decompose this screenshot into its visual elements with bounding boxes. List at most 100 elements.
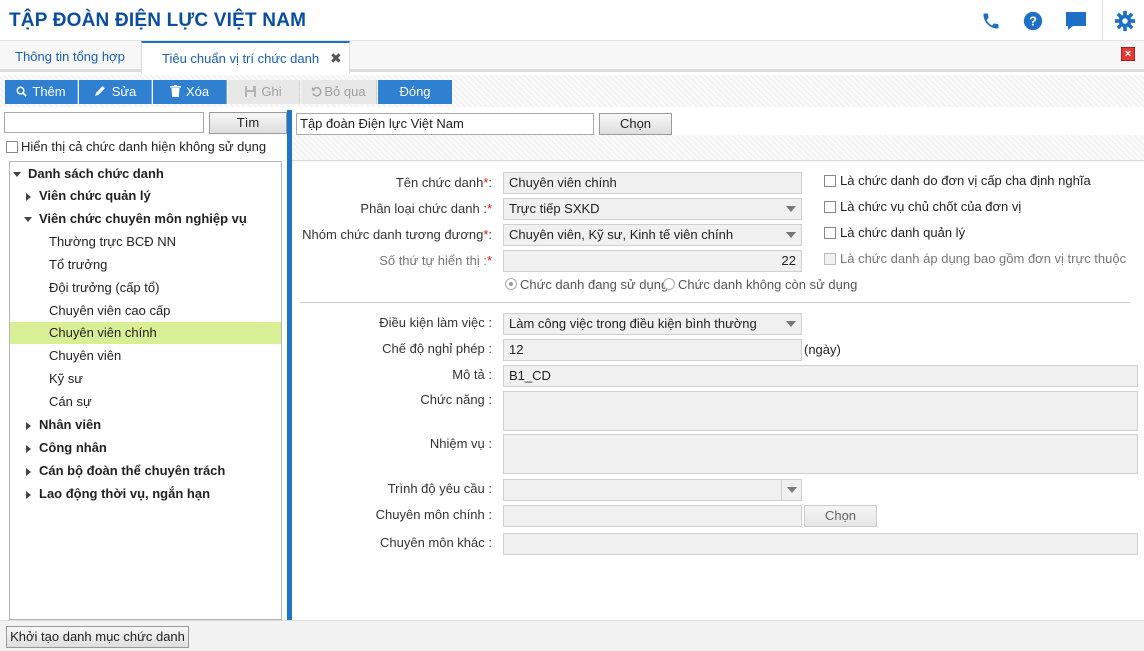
- tree-node-root[interactable]: Danh sách chức danh: [10, 163, 281, 185]
- phone-icon[interactable]: [978, 8, 1004, 34]
- title-field[interactable]: Chuyên viên chính: [503, 172, 802, 194]
- tree-item-selected[interactable]: Chuyên viên chính: [10, 322, 281, 344]
- search-input[interactable]: [4, 112, 204, 133]
- tree-node-label: Danh sách chức danh: [28, 166, 164, 181]
- save-button[interactable]: Ghi: [228, 80, 300, 104]
- close-button-label: Đóng: [399, 84, 431, 99]
- chevron-down-icon[interactable]: [781, 199, 801, 219]
- include-subunits-checkbox[interactable]: [824, 253, 836, 265]
- trash-icon: [169, 80, 181, 104]
- level-select[interactable]: [503, 479, 802, 501]
- collapse-arrow-icon[interactable]: [26, 421, 31, 430]
- chevron-down-icon[interactable]: [781, 314, 801, 334]
- tree-node-staff[interactable]: Nhân viên: [10, 414, 281, 436]
- tree-node-professional[interactable]: Viên chức chuyên môn nghiệp vụ: [10, 208, 281, 230]
- show-unused-checkbox[interactable]: [6, 141, 18, 153]
- in-use-radio[interactable]: [505, 278, 517, 290]
- tree-node-seasonal[interactable]: Lao động thời vụ, ngắn hạn: [10, 483, 281, 505]
- delete-button[interactable]: Xóa: [153, 80, 227, 104]
- group-label: Nhóm chức danh tương đương*:: [302, 227, 492, 242]
- management-checkbox[interactable]: [824, 227, 836, 239]
- tree-node-label: Nhân viên: [39, 417, 102, 432]
- save-button-label: Ghi: [261, 84, 282, 99]
- organization-field[interactable]: Tập đoàn Điện lực Việt Nam: [296, 113, 594, 135]
- description-field[interactable]: B1_CD: [503, 365, 1138, 387]
- tree-item[interactable]: Chuyên viên cao cấp: [10, 300, 281, 322]
- parent-defined-label: Là chức danh do đơn vị cấp cha định nghĩ…: [840, 173, 1091, 188]
- floppy-icon: [245, 80, 257, 104]
- chevron-down-icon[interactable]: [781, 480, 801, 500]
- function-label: Chức năng :: [420, 392, 492, 407]
- skip-button-label: Bỏ qua: [324, 84, 366, 99]
- key-position-checkbox[interactable]: [824, 201, 836, 213]
- collapse-arrow-icon[interactable]: [26, 192, 31, 201]
- parent-defined-checkbox[interactable]: [824, 175, 836, 187]
- help-icon[interactable]: ?: [1020, 8, 1046, 34]
- tree-node-workers[interactable]: Công nhân: [10, 437, 281, 459]
- tree-node-union[interactable]: Cán bộ đoàn thể chuyên trách: [10, 460, 281, 482]
- undo-icon: [311, 80, 322, 104]
- tree-item[interactable]: Đội trưởng (cấp tổ): [10, 277, 281, 299]
- find-button[interactable]: Tìm: [209, 112, 287, 134]
- tree-node-management[interactable]: Viên chức quản lý: [10, 185, 281, 207]
- title-label: Tên chức danh*:: [395, 175, 492, 190]
- key-position-label: Là chức vụ chủ chốt của đơn vị: [840, 199, 1022, 214]
- order-label: Số thứ tự hiển thị :*: [379, 253, 492, 268]
- chevron-down-icon[interactable]: [781, 225, 801, 245]
- tree-item[interactable]: Thường trực BCĐ NN: [10, 231, 281, 253]
- choose-org-button[interactable]: Chọn: [599, 113, 672, 135]
- condition-select[interactable]: Làm công việc trong điều kiện bình thườn…: [503, 313, 802, 335]
- pencil-icon: [94, 80, 107, 104]
- close-tab-icon[interactable]: ✖: [330, 43, 342, 74]
- major-field[interactable]: [503, 505, 802, 527]
- collapse-arrow-icon[interactable]: [26, 467, 31, 476]
- in-use-label: Chức danh đang sử dụng: [520, 277, 669, 292]
- expand-arrow-icon[interactable]: [13, 172, 21, 178]
- tree-item[interactable]: Chuyên viên: [10, 345, 281, 367]
- duty-label: Nhiệm vụ :: [429, 436, 492, 451]
- gear-icon[interactable]: [1112, 8, 1138, 34]
- app-title: TẬP ĐOÀN ĐIỆN LỰC VIỆT NAM: [9, 10, 307, 31]
- function-textarea[interactable]: [503, 391, 1138, 431]
- collapse-arrow-icon[interactable]: [26, 490, 31, 499]
- group-select[interactable]: Chuyên viên, Kỹ sư, Kinh tế viên chính: [503, 224, 802, 246]
- edit-button[interactable]: Sửa: [79, 80, 152, 104]
- leave-label: Chế độ nghỉ phép :: [382, 341, 492, 356]
- panel-splitter[interactable]: [287, 110, 292, 620]
- tree-item[interactable]: Tổ trưởng: [10, 254, 281, 276]
- major-label: Chuyên môn chính :: [375, 507, 492, 522]
- edit-button-label: Sửa: [111, 84, 137, 99]
- tab-general-info[interactable]: Thông tin tổng hợp: [0, 41, 140, 72]
- tree-item[interactable]: Kỹ sư: [10, 368, 281, 390]
- order-field[interactable]: 22: [503, 250, 802, 272]
- tree-node-label: Viên chức chuyên môn nghiệp vụ: [39, 211, 247, 226]
- not-in-use-label: Chức danh không còn sử dụng: [678, 277, 858, 292]
- tree-item[interactable]: Cán sự: [10, 391, 281, 413]
- description-label: Mô tả :: [452, 367, 492, 382]
- other-major-field[interactable]: [503, 533, 1138, 555]
- init-catalog-button[interactable]: Khởi tạo danh mục chức danh: [6, 626, 189, 648]
- duty-textarea[interactable]: [503, 434, 1138, 474]
- tree-node-label: Cán bộ đoàn thể chuyên trách: [39, 463, 226, 478]
- tree-node-label: Viên chức quản lý: [39, 188, 151, 203]
- chat-icon[interactable]: [1063, 8, 1089, 34]
- collapse-arrow-icon[interactable]: [26, 444, 31, 453]
- management-label: Là chức danh quản lý: [840, 225, 966, 240]
- svg-text:?: ?: [1029, 14, 1037, 29]
- add-button[interactable]: Thêm: [5, 80, 78, 104]
- close-button[interactable]: Đóng: [378, 80, 452, 104]
- tab-position-standards-label: Tiêu chuẩn vị trí chức danh: [162, 51, 320, 66]
- other-major-label: Chuyên môn khác :: [379, 535, 492, 550]
- type-select[interactable]: Trực tiếp SXKD: [503, 198, 802, 220]
- skip-button[interactable]: Bỏ qua: [301, 80, 377, 104]
- close-window-icon[interactable]: ×: [1121, 47, 1135, 61]
- type-label: Phân loại chức danh :*: [360, 201, 492, 216]
- app-header: TẬP ĐOÀN ĐIỆN LỰC VIỆT NAM ?: [0, 0, 1144, 41]
- expand-arrow-icon[interactable]: [24, 217, 32, 223]
- show-unused-label: Hiển thị cả chức danh hiện không sử dụng: [21, 139, 267, 154]
- choose-major-button[interactable]: Chọn: [804, 505, 877, 527]
- leave-field[interactable]: 12: [503, 339, 802, 361]
- section-divider: [300, 302, 1130, 303]
- not-in-use-radio[interactable]: [663, 278, 675, 290]
- tab-position-standards[interactable]: Tiêu chuẩn vị trí chức danh ✖: [141, 41, 350, 74]
